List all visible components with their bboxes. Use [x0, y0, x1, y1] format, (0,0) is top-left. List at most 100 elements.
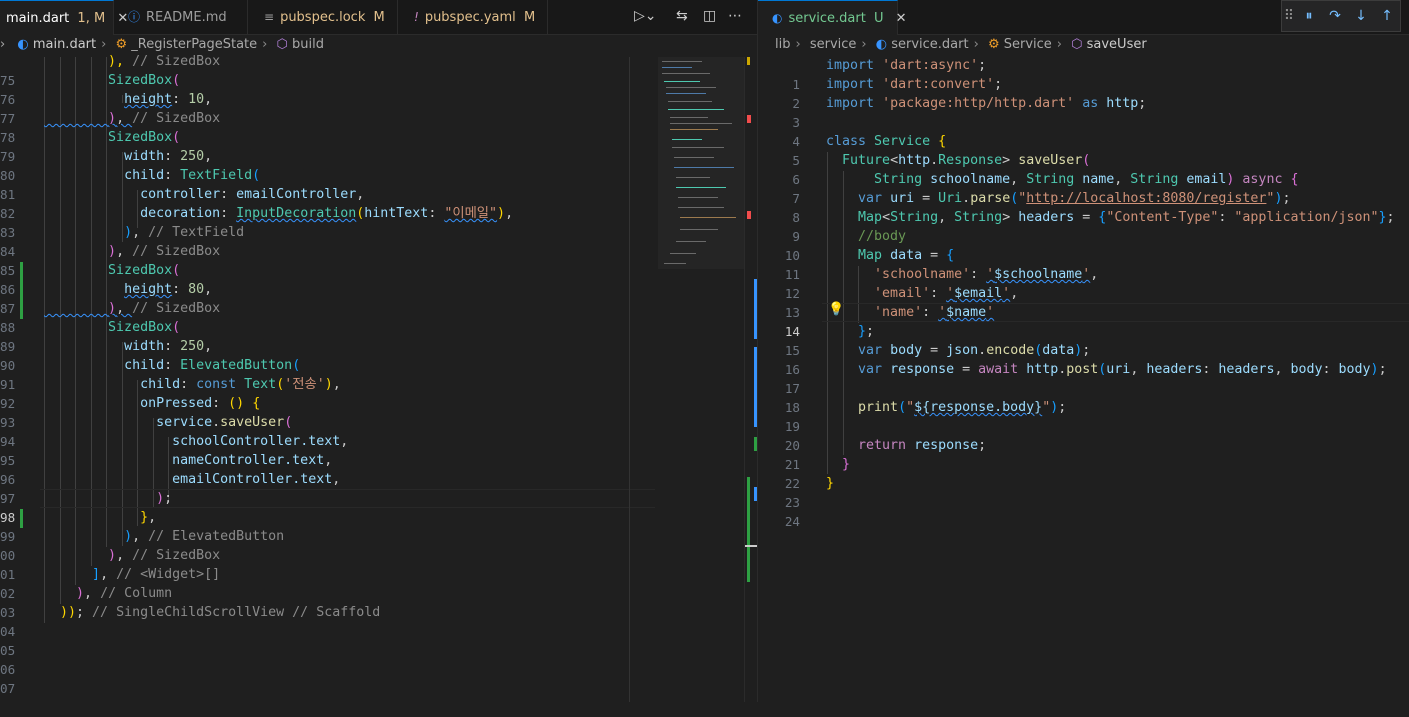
dart-icon: ◐	[875, 37, 888, 52]
breadcrumb-method[interactable]: saveUser	[1087, 37, 1147, 52]
left-line-numbers: 75 76 77 78 79 80 81 82 83 84 85 86 87 88 89 90 91 92 93 94…	[0, 73, 16, 696]
dart-icon: ◐	[772, 11, 783, 25]
breadcrumb-class[interactable]: Service	[1004, 37, 1052, 52]
tab-label: main.dart	[6, 11, 70, 26]
code-line: SizedBox(	[108, 130, 181, 145]
code-line: Future<http.Response> saveUser(	[842, 153, 1091, 168]
code-line: schoolController.text,	[172, 434, 349, 449]
code-line: decoration: InputDecoration(hintText: "이…	[140, 206, 514, 221]
class-icon: ⚙	[987, 37, 1000, 52]
code-line: ), // SizedBox	[108, 548, 221, 563]
info-icon: ⓘ	[128, 10, 141, 24]
step-into-icon[interactable]: ↓	[1348, 1, 1374, 31]
code-line: class Service {	[826, 134, 947, 149]
code-line: var response = await http.post(uri, head…	[858, 362, 1387, 377]
step-out-icon[interactable]: ↑	[1374, 1, 1400, 31]
breadcrumb-folder[interactable]: lib	[775, 37, 790, 52]
chevron-right-icon: ›	[0, 37, 6, 52]
code-line: import 'dart:convert';	[826, 77, 1003, 92]
method-icon: ⬡	[276, 37, 288, 52]
tab-label: service.dart	[788, 11, 866, 26]
code-line: print("${response.body}");	[858, 400, 1067, 415]
tab-badge: M	[373, 10, 385, 25]
breadcrumb-file[interactable]: main.dart	[33, 37, 96, 52]
tab-badge: U	[873, 11, 884, 26]
tab-pubspec-yaml[interactable]: ! pubspec.yaml M	[398, 0, 548, 35]
code-line: ), // Column	[76, 586, 173, 601]
editor-group-divider[interactable]	[757, 0, 758, 702]
tab-badge: 1, M	[77, 11, 106, 26]
tab-service-dart[interactable]: ◐ service.dart U ✕	[758, 0, 907, 35]
pause-icon[interactable]: ⏸	[1296, 1, 1322, 31]
debug-toolbar: ⠿ ⏸ ↷ ↓ ↑	[1281, 0, 1401, 32]
tab-badge: M	[523, 10, 536, 25]
tab-readme[interactable]: ⓘ README.md	[114, 0, 248, 35]
breadcrumb-method[interactable]: build	[292, 37, 324, 52]
breadcrumb-file[interactable]: service.dart	[891, 37, 968, 52]
code-line: width: 250,	[124, 149, 213, 164]
right-code-editor[interactable]: import 'dart:async'; import 'dart:convert…	[826, 56, 1395, 512]
tab-pubspec-lock[interactable]: ≡ pubspec.lock M	[248, 0, 398, 35]
code-line: );	[156, 491, 173, 506]
code-line: }	[826, 476, 835, 491]
code-line: return response;	[858, 438, 987, 453]
code-line: SizedBox(	[108, 320, 181, 335]
code-line: 'email': '$email',	[874, 286, 1019, 301]
split-editor-icon[interactable]: ◫	[703, 8, 716, 24]
dart-icon: ◐	[17, 37, 29, 52]
code-line: child: TextField(	[124, 168, 261, 183]
code-line: ), // SizedBox	[44, 54, 221, 69]
code-line: ], // <Widget>[]	[92, 567, 221, 582]
tab-label: README.md	[146, 10, 227, 25]
breadcrumb-class[interactable]: _RegisterPageState	[131, 37, 257, 52]
tab-label: pubspec.yaml	[424, 10, 516, 25]
more-actions-icon[interactable]: ⋯	[728, 8, 742, 24]
code-line: import 'package:http/http.dart' as http;	[826, 96, 1147, 111]
class-icon: ⚙	[115, 37, 128, 52]
exclamation-icon: !	[414, 10, 419, 24]
gutter-modified-marker	[20, 509, 23, 528]
code-line: SizedBox(	[108, 263, 181, 278]
code-line: )); // SingleChildScrollView // Scaffold	[60, 605, 381, 620]
code-line: Map data = {	[858, 248, 955, 263]
code-line: Map<String, String> headers = {"Content-…	[858, 210, 1395, 225]
code-line: SizedBox(	[108, 73, 181, 88]
lines-icon: ≡	[264, 10, 275, 24]
left-code-editor[interactable]: ), // SizedBox SizedBox( height: 10, ), …	[44, 52, 513, 622]
right-line-numbers: 1 2 3 4 5 6 7 8 9 10 11 12 13 14 15 16 17 18 19 20 21 22 23 24	[784, 77, 800, 529]
code-line: ), // TextField	[124, 225, 245, 240]
drag-handle-icon[interactable]: ⠿	[1282, 1, 1296, 31]
code-line: },	[140, 510, 157, 525]
code-line: height: 10,	[124, 92, 213, 107]
minimap[interactable]	[658, 57, 744, 269]
overview-ruler[interactable]	[744, 57, 758, 702]
code-line: }	[842, 457, 851, 472]
code-line: height: 80,	[124, 282, 213, 297]
close-icon[interactable]: ✕	[896, 11, 907, 26]
code-line: width: 250,	[124, 339, 213, 354]
code-line: import 'dart:async';	[826, 58, 987, 73]
code-line: 'schoolname': '$schoolname',	[874, 267, 1099, 282]
code-line: ), // SizedBox	[108, 301, 221, 316]
tab-main-dart[interactable]: main.dart 1, M ✕	[0, 0, 128, 35]
code-line: onPressed: () {	[140, 396, 261, 411]
code-line: };	[858, 324, 875, 339]
method-icon: ⬡	[1071, 37, 1083, 52]
step-over-icon[interactable]: ↷	[1322, 1, 1348, 31]
compare-changes-icon[interactable]: ⇆	[676, 8, 688, 24]
gutter-modified-marker	[20, 262, 23, 319]
run-debug-icon[interactable]: ▷⌄	[634, 8, 657, 24]
code-line: service.saveUser(	[156, 415, 293, 430]
code-line: nameController.text,	[172, 453, 333, 468]
code-line: emailController.text,	[172, 472, 341, 487]
code-line: var body = json.encode(data);	[858, 343, 1091, 358]
code-line: controller: emailController,	[140, 187, 365, 202]
code-line: String schoolname, String name, String e…	[874, 172, 1299, 187]
code-line: 'name': '$name'	[874, 305, 995, 320]
code-line: ), // ElevatedButton	[124, 529, 285, 544]
breadcrumb-folder[interactable]: service	[810, 37, 857, 52]
